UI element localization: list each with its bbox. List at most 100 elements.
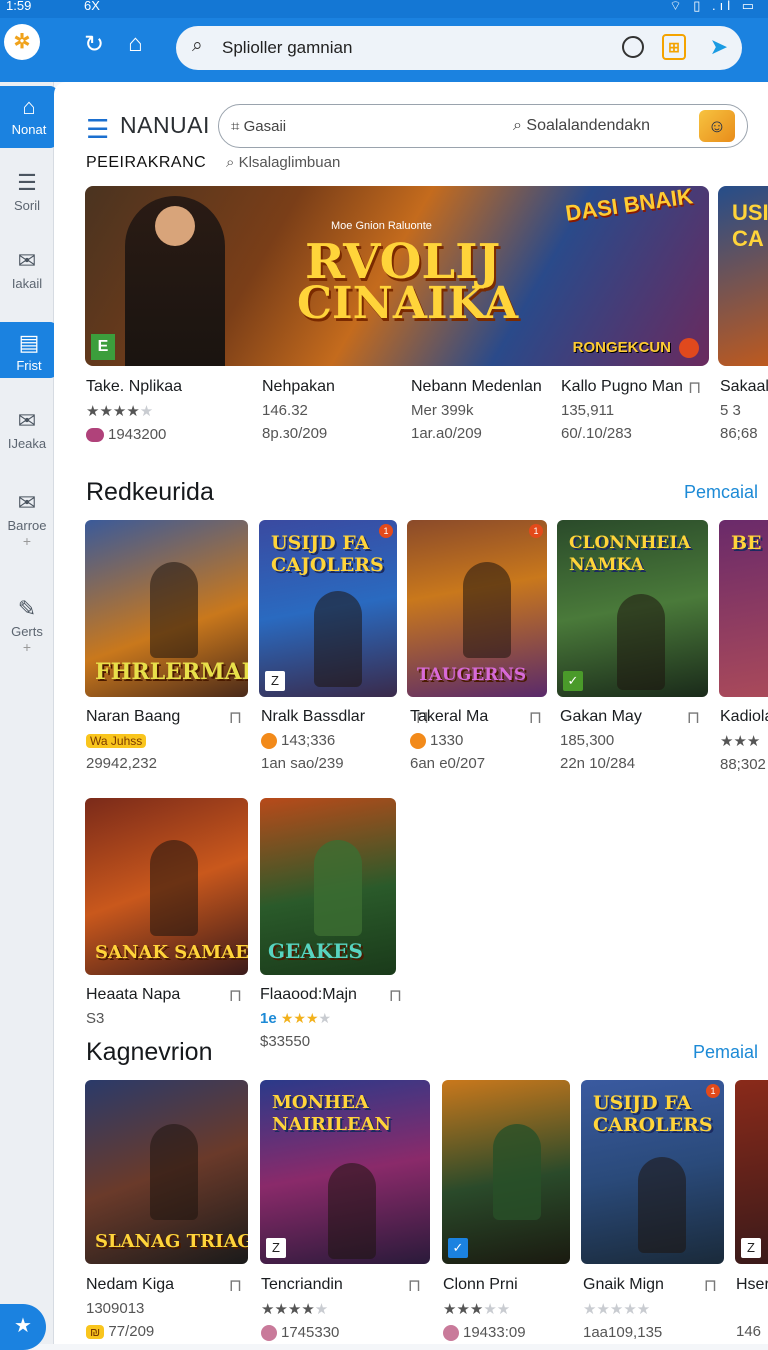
app-logo-icon[interactable]: ✲	[4, 24, 40, 60]
bookmark-icon[interactable]: ⊓	[229, 708, 242, 728]
section-more-link[interactable]: Pemaial	[693, 1042, 758, 1063]
card-title: Kadiola	[720, 708, 768, 725]
tile-figure	[150, 562, 199, 659]
card-meta: 6an e0/207	[410, 755, 486, 773]
card-meta: 1745330	[281, 1324, 340, 1341]
featured-item[interactable]: Nehpakan 146.32 8p.з0/209	[262, 378, 412, 442]
sidebar-item-mail[interactable]: ✉ Iakail	[0, 248, 54, 291]
sidebar-item-tags[interactable]: ✎ Gerts +	[0, 596, 54, 655]
sidebar-item-home[interactable]: ⌂ Nonat	[0, 86, 58, 148]
badge-icon: ₪	[86, 1325, 105, 1339]
tabs-icon[interactable]: ⊞	[662, 34, 686, 60]
featured-item[interactable]: Sakaal 5 3 86;68	[720, 378, 768, 442]
sidebar-item-mail-3[interactable]: ✉ Barroe +	[0, 490, 54, 549]
sidebar-item-label: Barroe	[7, 518, 47, 533]
tile-title: USIJD FA CAJOLERS	[271, 532, 384, 576]
notification-badge: 1	[379, 524, 393, 538]
search-input[interactable]: ⌕ Soalalandendakn	[513, 117, 650, 135]
banner-side-text: USI CA	[732, 200, 768, 251]
sub-search[interactable]: ⌕ Klsalaglimbuan	[226, 154, 340, 171]
store-search-box[interactable]: ⌗ Gasaii ⌕ Soalalandendakn ☺	[218, 104, 748, 148]
game-tile[interactable]: Z	[735, 1080, 768, 1264]
game-tile[interactable]: BE	[719, 520, 768, 697]
badge-icon	[261, 733, 277, 750]
search-icon: ⌕	[192, 35, 203, 56]
bookmark-icon[interactable]: ⊓	[529, 708, 542, 728]
featured-size: 135,911	[561, 402, 615, 419]
game-card[interactable]: Takeral Ma ⊓ 1330 6an e0/207	[410, 708, 548, 772]
game-tile[interactable]: ✓	[442, 1080, 570, 1264]
bookmark-icon[interactable]: ⊓	[389, 986, 402, 1006]
game-card[interactable]: Clonn Prni ★★★★★ 19433:09	[443, 1276, 571, 1342]
card-meta: $33550	[260, 1033, 311, 1050]
game-tile[interactable]: SANAK SAMAE	[85, 798, 248, 975]
game-card[interactable]: Heaata Napa ⊓ S3	[86, 986, 248, 1027]
share-icon[interactable]: ➤	[710, 34, 728, 60]
card-meta: 22n 10/284	[560, 755, 636, 772]
featured-banner[interactable]: E Moe Gnion Raluonte RVOLIJ CINAIKA DASI…	[85, 186, 709, 366]
browser-toolbar: ✲ ↻ ⌂ ⌕ Splioller gamnian ⊞ ➤	[0, 18, 768, 82]
game-card[interactable]: Nralk Bassdlar ⊓ 143;336 1an sao/239	[261, 708, 429, 772]
game-tile[interactable]: MONHEA NAIRILEAN Z	[260, 1080, 430, 1264]
badge-icon	[261, 1325, 277, 1342]
bookmark-icon[interactable]: ⊓	[408, 1276, 421, 1296]
card-prefix: 1e	[260, 1010, 277, 1027]
card-title: Hser	[736, 1276, 768, 1293]
bookmark-icon[interactable]: ⊓	[704, 1276, 717, 1296]
featured-date: 8p.з0/209	[262, 425, 328, 442]
favorite-fab-icon[interactable]: ★	[0, 1304, 46, 1350]
game-tile[interactable]: FHRLERMAIY	[85, 520, 248, 697]
section-more-link[interactable]: Pemcaial	[684, 482, 758, 503]
sidebar-item-store[interactable]: ▤ Frist	[0, 322, 58, 378]
search-filter[interactable]: ⌗ Gasaii	[231, 118, 286, 135]
sidebar-item-label: Frist	[16, 358, 42, 373]
lens-icon[interactable]	[622, 36, 644, 58]
game-tile[interactable]: 1 TAUGERNS	[407, 520, 547, 697]
search-placeholder: Soalalandendakn	[526, 117, 651, 134]
bookmark-icon[interactable]: ⊓	[229, 1276, 242, 1296]
tile-title: FHRLERMAIY	[95, 659, 248, 685]
avatar[interactable]: ☺	[699, 110, 735, 142]
home-icon[interactable]: ⌂	[128, 30, 143, 58]
mail-icon: ✉	[17, 490, 37, 515]
card-count: 143;336	[281, 732, 336, 749]
bookmark-icon[interactable]: ⊓	[229, 986, 242, 1006]
game-tile[interactable]: GEAKES	[260, 798, 396, 975]
game-tile[interactable]: CLONNHEIA NAMKA ✓	[557, 520, 708, 697]
address-bar[interactable]: ⌕ Splioller gamnian ⊞ ➤	[176, 26, 742, 70]
card-title: Nralk Bassdlar	[261, 708, 366, 725]
tile-title: USIJD FA CAROLERS	[593, 1092, 713, 1136]
game-tile[interactable]: USIJD FA CAJOLERS 1 Z	[259, 520, 397, 697]
sidebar-item-list[interactable]: ☰ Soril	[0, 170, 54, 213]
menu-icon[interactable]: ☰	[86, 114, 109, 145]
sidebar-item-mail-2[interactable]: ✉ IJeaka	[0, 408, 54, 451]
featured-item[interactable]: Take. Nplikaa ★★★★★ 1943200	[86, 378, 236, 443]
address-text[interactable]: Splioller gamnian	[222, 38, 352, 58]
game-card[interactable]: Gakan May ⊓ 185,300 22n 10/284	[560, 708, 706, 772]
featured-item[interactable]: Nebann Medenlan Mer 399k 1ar.a0/209	[411, 378, 561, 442]
home-icon: ⌂	[22, 94, 36, 119]
game-card[interactable]: Gnaik Mign ⊓ ★★★★★ 1aa109,135	[583, 1276, 723, 1341]
section-title: Kagnevrion	[86, 1038, 213, 1066]
card-meta: 146	[736, 1323, 762, 1340]
status-carrier: 6X	[84, 0, 100, 13]
game-tile[interactable]: SLANAG TRIAGRHAN	[85, 1080, 248, 1264]
reload-icon[interactable]: ↻	[84, 30, 104, 59]
bookmark-icon[interactable]: ⊓	[687, 708, 700, 728]
game-card[interactable]: Nedam Kiga ⊓ 1309013 ₪ 77/209	[86, 1276, 248, 1340]
featured-banner-next[interactable]: USI CA	[718, 186, 768, 366]
game-card[interactable]: Naran Baang ⊓ Wa Juhss 29942,232	[86, 708, 248, 772]
status-time: 1:59	[6, 0, 32, 13]
banner-bottom-text: RONGEKCUN	[572, 339, 671, 356]
game-card[interactable]: Tencriandin ⊓ ★★★★★ 1745330	[261, 1276, 427, 1342]
game-card[interactable]: Hser 146	[736, 1276, 768, 1340]
status-icons: ⌔ ▯ .ıl ▭	[669, 0, 758, 13]
game-card[interactable]: Kadiola ★★★ 88;302	[720, 708, 768, 773]
game-tile[interactable]: USIJD FA CAROLERS 1	[581, 1080, 724, 1264]
game-card[interactable]: Flaaood:Majn ⊓ 1e ★★★★ $33550	[260, 986, 402, 1050]
tile-title: MONHEA NAIRILEAN	[272, 1092, 392, 1135]
card-count: 1309013	[86, 1300, 145, 1317]
banner-tag-icon: E	[91, 334, 115, 360]
bookmark-icon[interactable]: ⊓	[688, 378, 701, 398]
check-icon: ✓	[448, 1238, 468, 1258]
